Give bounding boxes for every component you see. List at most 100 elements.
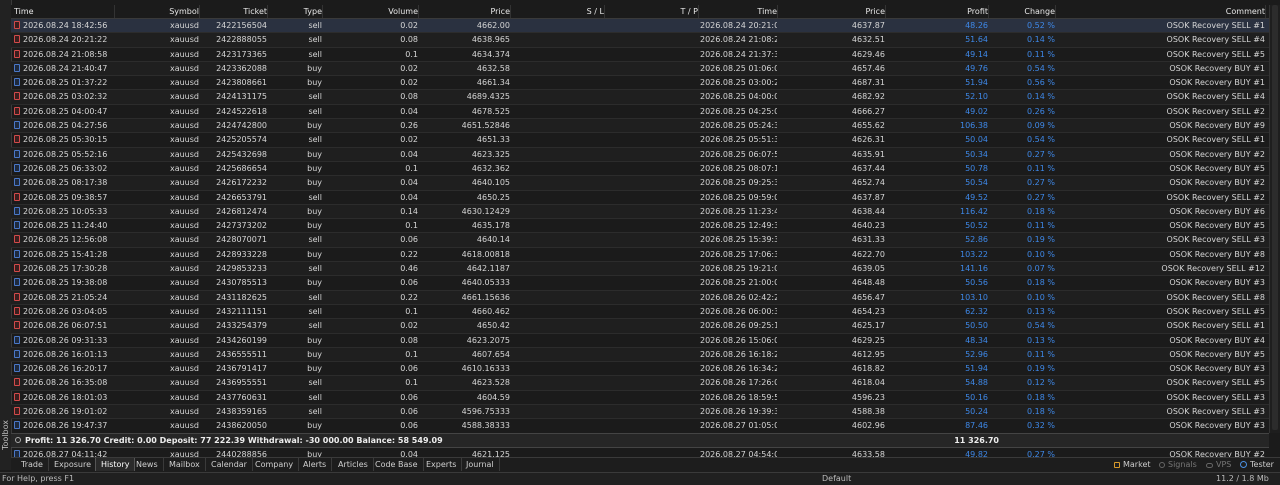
table-row[interactable]: 2026.08.26 06:07:51 xauusd 2433254379 sell 0…: [11, 319, 1269, 334]
tab-news[interactable]: News: [131, 458, 164, 471]
table-row[interactable]: 2026.08.25 01:37:22 xauusd 2423808661 buy 0.…: [11, 76, 1269, 91]
table-row[interactable]: 2026.08.25 09:38:57 xauusd 2426653791 sell 0…: [11, 191, 1269, 205]
tab-experts[interactable]: Experts: [421, 458, 463, 471]
table-row[interactable]: 2026.08.25 05:30:15 xauusd 2425205574 sell 0…: [11, 133, 1269, 148]
sell-deal-icon: [14, 407, 20, 416]
cell-close-price: 4640.23: [851, 221, 885, 231]
col-sl[interactable]: S / L: [512, 5, 605, 18]
tab-trade[interactable]: Trade: [16, 458, 49, 471]
col-close-price[interactable]: Price: [779, 5, 886, 18]
cell-symbol: xauusd: [169, 264, 199, 274]
table-row[interactable]: 2026.08.26 18:01:03 xauusd 2437760631 sell 0…: [11, 391, 1269, 406]
toolbox-label[interactable]: Toolbox: [0, 400, 11, 470]
table-row[interactable]: 2026.08.24 20:21:22 xauusd 2422888055 sell 0…: [11, 33, 1269, 48]
vertical-scrollbar[interactable]: [1269, 5, 1280, 433]
col-comment[interactable]: Comment: [1057, 5, 1266, 18]
table-row[interactable]: 2026.08.25 03:02:32 xauusd 2424131175 sell 0…: [11, 90, 1269, 105]
table-row[interactable]: 2026.08.25 06:33:02 xauusd 2425686654 buy 0.…: [11, 162, 1269, 177]
cell-price: 4596.75333: [461, 407, 510, 417]
cell-close-price: 4637.87: [851, 21, 885, 30]
tab-code-base[interactable]: Code Base: [370, 458, 424, 471]
cloud-icon: [1206, 463, 1213, 468]
cell-type: sell: [308, 35, 322, 45]
table-row[interactable]: 2026.08.25 04:27:56 xauusd 2424742800 buy 0.…: [11, 119, 1269, 134]
cell-close-time: 2026.08.25 05:24:35: [700, 121, 777, 131]
cell-ticket: 2428933228: [216, 249, 267, 259]
cell-change: 0.54 %: [1027, 321, 1055, 331]
col-price[interactable]: Price: [420, 5, 511, 18]
table-row[interactable]: 2026.08.26 16:01:13 xauusd 2436555511 buy 0.…: [11, 347, 1269, 363]
cell-symbol: xauusd: [169, 349, 199, 359]
table-row[interactable]: 2026.08.26 19:01:02 xauusd 2438359165 sell 0…: [11, 405, 1269, 420]
cell-profit: 52.86: [965, 235, 988, 245]
cell-close-price: 4622.70: [851, 249, 885, 259]
table-row[interactable]: 2026.08.26 19:47:37 xauusd 2438620050 buy 0.…: [11, 419, 1269, 434]
table-row[interactable]: 2026.08.25 15:41:28 xauusd 2428933228 buy 0.…: [11, 248, 1269, 263]
table-row[interactable]: 2026.08.24 21:08:58 xauusd 2423173365 sell 0…: [11, 48, 1269, 62]
cell-price: 4640.14: [476, 235, 510, 245]
table-row[interactable]: 2026.08.26 16:20:17 xauusd 2436791417 buy 0.…: [11, 362, 1269, 377]
cell-price: 4661.15636: [461, 292, 510, 302]
signals-tab[interactable]: Signals: [1159, 458, 1197, 471]
table-row[interactable]: 2026.08.25 12:56:08 xauusd 2428070071 sell 0…: [11, 233, 1269, 248]
cell-close-time: 2026.08.26 06:00:30: [700, 306, 777, 316]
cell-symbol: xauusd: [169, 235, 199, 245]
cell-time: 2026.08.25 04:00:47: [23, 106, 108, 116]
col-symbol[interactable]: Symbol: [119, 5, 200, 18]
tester-tab[interactable]: Tester: [1240, 458, 1274, 471]
cell-close-price: 4612.95: [851, 349, 885, 359]
table-row[interactable]: 2026.08.25 10:05:33 xauusd 2426812474 buy 0.…: [11, 204, 1269, 220]
buy-deal-icon: [14, 349, 20, 358]
col-volume[interactable]: Volume: [324, 5, 419, 18]
summary-text: Profit: 11 326.70 Credit: 0.00 Deposit: …: [25, 436, 443, 445]
cell-price: 4610.16333: [461, 364, 510, 374]
cell-change: 0.27 %: [1027, 178, 1055, 188]
table-row[interactable]: 2026.08.25 19:38:08 xauusd 2430785513 buy 0.…: [11, 276, 1269, 291]
cell-change: 0.10 %: [1027, 292, 1055, 302]
col-close-time[interactable]: Time: [700, 5, 778, 18]
table-row[interactable]: 2026.08.26 03:04:05 xauusd 2432111151 sell 0…: [11, 305, 1269, 320]
scrollbar-thumb[interactable]: [1272, 5, 1278, 430]
cell-ticket: 2436955551: [216, 378, 267, 388]
table-row[interactable]: 2026.08.26 09:31:33 xauusd 2434260199 buy 0.…: [11, 334, 1269, 348]
cell-time: 2026.08.24 18:42:56: [23, 21, 108, 30]
col-type[interactable]: Type: [269, 5, 323, 18]
table-row[interactable]: 2026.08.25 05:52:16 xauusd 2425432698 buy 0.…: [11, 147, 1269, 162]
cell-type: sell: [308, 235, 322, 245]
cell-close-time: 2026.08.25 06:07:55: [700, 149, 777, 159]
table-row[interactable]: 2026.08.25 11:24:40 xauusd 2427373202 buy 0.…: [11, 219, 1269, 234]
table-row[interactable]: 2026.08.26 16:35:08 xauusd 2436955551 sell 0…: [11, 376, 1269, 391]
cell-symbol: xauusd: [169, 335, 199, 345]
table-row[interactable]: 2026.08.25 21:05:24 xauusd 2431182625 sell 0…: [11, 290, 1269, 305]
cell-close-price: 4635.91: [851, 149, 885, 159]
table-row[interactable]: 2026.08.25 04:00:47 xauusd 2424522618 sell 0…: [11, 105, 1269, 120]
col-profit[interactable]: Profit: [887, 5, 989, 18]
tab-exposure[interactable]: Exposure: [49, 458, 98, 471]
tab-mailbox[interactable]: Mailbox: [164, 458, 206, 471]
cell-symbol: xauusd: [169, 421, 199, 431]
buy-deal-icon: [14, 63, 20, 72]
tab-alerts[interactable]: Alerts: [298, 458, 333, 471]
cell-volume: 0.06: [400, 278, 418, 288]
table-row[interactable]: 2026.08.24 21:40:47 xauusd 2423362088 buy 0.…: [11, 61, 1269, 77]
col-tp[interactable]: T / P: [606, 5, 699, 18]
col-change[interactable]: Change: [990, 5, 1056, 18]
market-tab[interactable]: Market: [1114, 458, 1151, 471]
cell-type: sell: [308, 407, 322, 417]
cell-type: buy: [307, 163, 322, 173]
table-row[interactable]: 2026.08.25 17:30:28 xauusd 2429853233 sell 0…: [11, 262, 1269, 277]
tab-history[interactable]: History: [95, 458, 136, 471]
table-row[interactable]: 2026.08.25 08:17:38 xauusd 2426172232 buy 0.…: [11, 176, 1269, 191]
table-row[interactable]: 2026.08.24 18:42:56 xauusd 2422156504 sell 0…: [11, 19, 1269, 34]
tab-company[interactable]: Company: [250, 458, 300, 471]
cell-ticket: 2430785513: [216, 278, 267, 288]
buy-deal-icon: [14, 249, 20, 258]
cell-change: 0.26 %: [1027, 106, 1055, 116]
col-time[interactable]: Time: [14, 5, 115, 18]
tab-journal[interactable]: Journal: [461, 458, 500, 471]
tab-articles[interactable]: Articles: [333, 458, 374, 471]
col-ticket[interactable]: Ticket: [201, 5, 268, 18]
vps-tab[interactable]: VPS: [1206, 458, 1231, 471]
tab-calendar[interactable]: Calendar: [206, 458, 253, 471]
cell-symbol: xauusd: [169, 321, 199, 331]
